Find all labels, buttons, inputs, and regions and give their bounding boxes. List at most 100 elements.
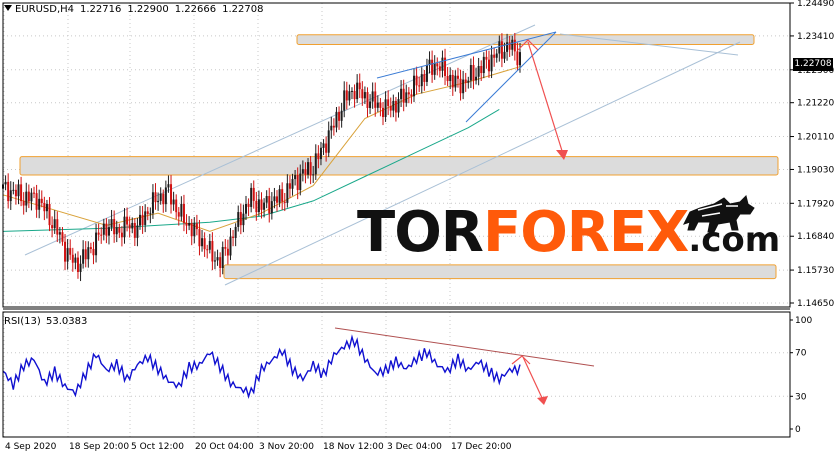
- time-axis-tick: 20 Oct 04:00: [195, 442, 254, 452]
- candle-body: [451, 74, 454, 88]
- candle-body: [511, 39, 514, 50]
- candle-body: [257, 199, 260, 213]
- candle-body: [123, 216, 126, 238]
- candle-body: [216, 257, 219, 261]
- time-axis-tick: 17 Dec 20:00: [451, 442, 512, 452]
- candle-body: [405, 92, 408, 103]
- candle-body: [288, 183, 291, 189]
- candle-body: [162, 193, 165, 205]
- time-axis-tick: 3 Nov 20:00: [259, 442, 314, 452]
- candle-body: [356, 82, 359, 100]
- candle-body: [456, 75, 459, 79]
- candle-body: [250, 187, 253, 207]
- candle-body: [48, 203, 51, 226]
- candle-body: [413, 75, 416, 97]
- candle-body: [139, 214, 142, 226]
- candle-body: [58, 232, 61, 235]
- time-axis-tick: 5 Oct 12:00: [131, 442, 184, 452]
- candle-body: [87, 247, 90, 260]
- lower-trend-line: [465, 31, 557, 123]
- candle-body: [392, 100, 395, 111]
- candle-body: [206, 249, 209, 251]
- candle-body: [260, 199, 263, 210]
- candle-body: [278, 189, 281, 203]
- candle-body: [469, 65, 472, 81]
- candle-body: [482, 56, 485, 74]
- candle-body: [190, 223, 193, 237]
- rsi-axis-tick: 30: [795, 392, 807, 402]
- candle-body: [203, 238, 206, 250]
- candle-body: [379, 102, 382, 108]
- price-axis-tick: 1.15730: [797, 266, 834, 276]
- symbol-label[interactable]: EURUSD,H4: [15, 4, 74, 15]
- candle-body: [327, 130, 330, 153]
- low-value: 1.22666: [174, 4, 217, 15]
- candle-body: [17, 184, 20, 197]
- candle-body: [221, 247, 224, 268]
- candle-body: [387, 99, 390, 106]
- time-axis-tick: 3 Dec 04:00: [387, 442, 442, 452]
- candle-body: [188, 223, 191, 226]
- rsi-header: RSI(13) 53.0383: [4, 316, 87, 327]
- candle-body: [252, 187, 255, 201]
- candle-body: [338, 111, 341, 121]
- candle-body: [472, 65, 475, 81]
- close-value: 1.22708: [222, 4, 264, 15]
- candle-body: [291, 179, 294, 189]
- logo-part-forex: FOREX: [482, 200, 689, 265]
- candle-body: [107, 227, 110, 236]
- candle-body: [299, 173, 302, 191]
- candle-body: [53, 219, 56, 229]
- candle-body: [503, 51, 506, 59]
- rsi-axis-tick: 100: [795, 316, 812, 326]
- candle-body: [513, 39, 516, 52]
- candle-body: [175, 199, 178, 213]
- time-axis-tick: 18 Nov 12:00: [323, 442, 384, 452]
- candle-body: [115, 227, 118, 235]
- candle-body: [219, 257, 222, 268]
- candle-body: [4, 181, 7, 185]
- candle-body: [296, 175, 299, 191]
- torforex-logo: TORFOREX.com: [357, 200, 780, 265]
- candle-body: [363, 92, 366, 99]
- candle-body: [410, 94, 413, 97]
- candle-body: [366, 92, 369, 108]
- rsi-pane-frame: [2, 311, 791, 438]
- candle-body: [332, 125, 335, 128]
- candle-body: [22, 201, 25, 206]
- rsi-arrow-up-head: [511, 355, 531, 365]
- candle-body: [208, 241, 211, 250]
- candle-body: [193, 223, 196, 237]
- price-axis-tick: 1.14650: [797, 299, 834, 309]
- candle-body: [136, 225, 139, 238]
- candle-body: [304, 169, 307, 175]
- high-value: 1.22900: [127, 4, 169, 15]
- symbol-dropdown-icon[interactable]: [4, 5, 12, 11]
- candle-body: [485, 56, 488, 60]
- candle-body: [95, 232, 98, 256]
- candle-body: [462, 79, 465, 94]
- candle-body: [242, 213, 245, 226]
- candle-body: [226, 248, 229, 256]
- candle-body: [519, 52, 521, 66]
- price-axis-tick: 1.21220: [797, 99, 834, 109]
- rsi-layer: [2, 327, 595, 405]
- candle-body: [131, 222, 134, 229]
- candle-body: [487, 59, 490, 72]
- candle-body: [418, 85, 421, 87]
- candle-body: [64, 241, 67, 262]
- candle-body: [353, 90, 356, 100]
- candle-body: [381, 107, 384, 118]
- candle-body: [20, 184, 23, 202]
- candle-body: [330, 125, 333, 131]
- candle-body: [45, 203, 48, 212]
- candle-body: [436, 63, 439, 67]
- candle-body: [286, 183, 289, 203]
- candle-body: [177, 212, 180, 217]
- candle-body: [350, 90, 353, 92]
- candle-body: [475, 76, 478, 81]
- candle-body: [281, 189, 284, 202]
- candle-body: [182, 203, 185, 223]
- candle-body: [348, 91, 351, 101]
- candle-body: [118, 227, 121, 233]
